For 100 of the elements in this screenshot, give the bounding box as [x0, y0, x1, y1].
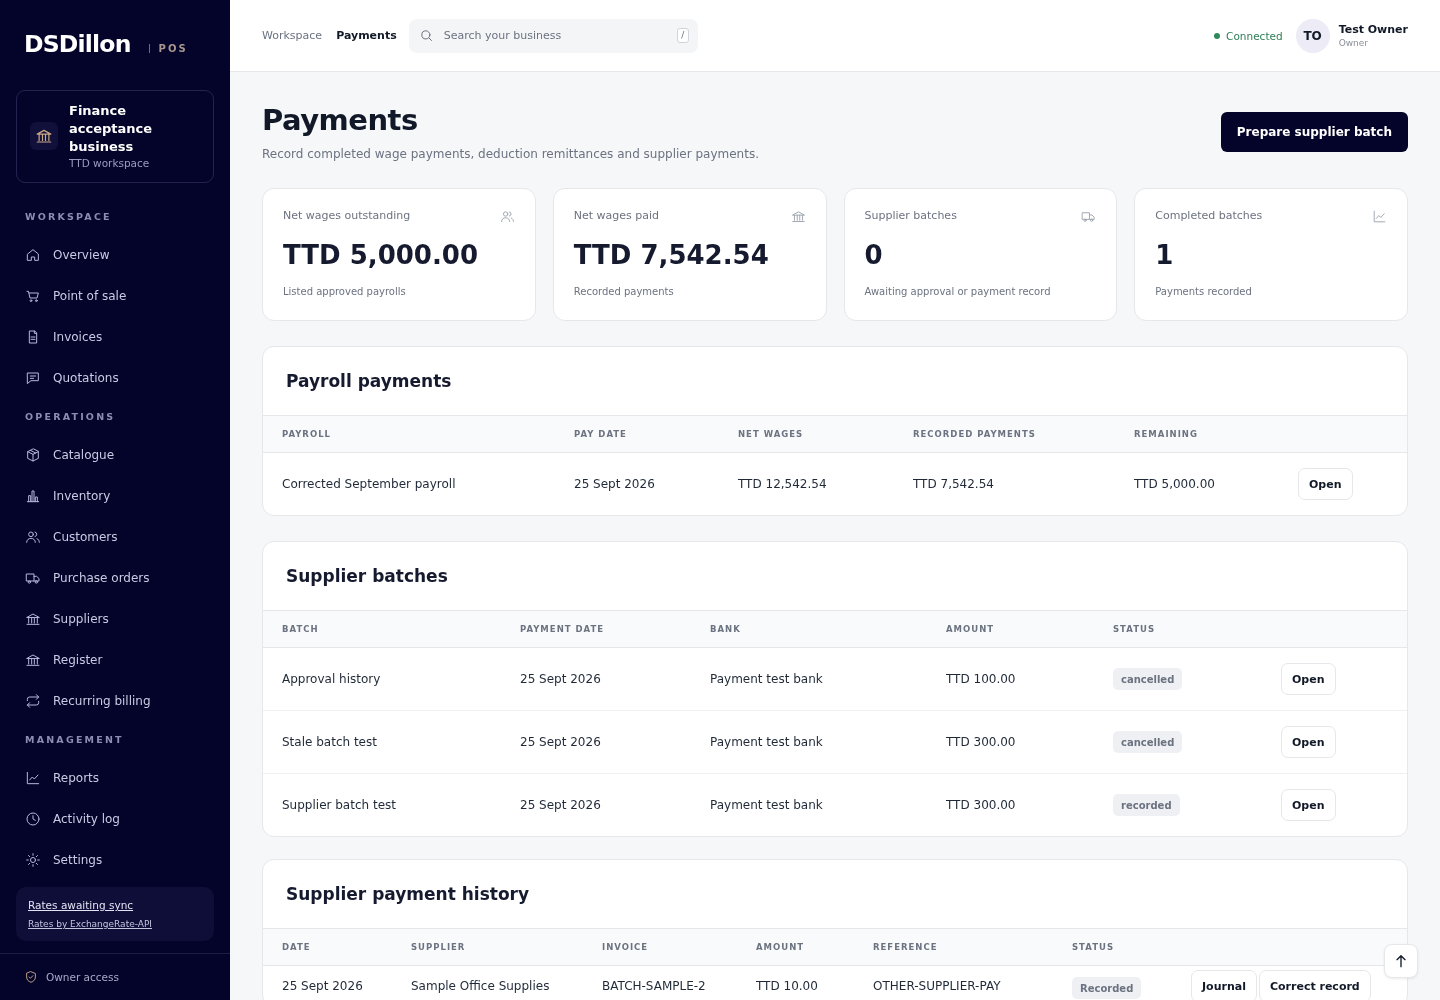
nav-item[interactable]: Recurring billing: [16, 680, 214, 721]
status-badge: Recorded: [1072, 977, 1142, 999]
user-name: Test Owner: [1338, 21, 1408, 37]
section-title: Supplier batches: [286, 565, 448, 588]
table-cell: Supplier batch test: [282, 798, 396, 812]
table-cell: Approval history: [282, 672, 381, 686]
stat-value: 0: [864, 239, 883, 272]
journal-button[interactable]: Journal: [1191, 970, 1257, 1000]
stat-note: Payments recorded: [1155, 285, 1252, 299]
section-title: Supplier payment history: [286, 883, 530, 906]
table-cell: TTD 5,000.00: [1134, 477, 1215, 491]
rates-source-link[interactable]: Rates by ExchangeRate-API: [28, 917, 152, 931]
column-header: INVOICE: [602, 942, 649, 952]
nav-item[interactable]: Suppliers: [16, 598, 214, 639]
table-cell: 25 Sept 2026: [574, 477, 655, 491]
table-cell: 25 Sept 2026: [520, 672, 601, 686]
status-badge: cancelled: [1113, 668, 1183, 690]
bank-icon: [790, 208, 806, 224]
column-header: RECORDED PAYMENTS: [913, 429, 1036, 439]
table-cell: Corrected September payroll: [282, 477, 456, 491]
nav-section-title: WORKSPACE: [24, 210, 113, 224]
stat-value: TTD 5,000.00: [283, 239, 478, 272]
column-header: PAYROLL: [282, 429, 331, 439]
nav-item[interactable]: Register: [16, 639, 214, 680]
arrow-up-icon: [1393, 952, 1409, 970]
column-header: NET WAGES: [738, 429, 804, 439]
workspace-name: Finance acceptance business: [69, 102, 154, 156]
table-cell: Stale batch test: [282, 735, 377, 749]
table-cell: TTD 12,542.54: [738, 477, 827, 491]
user-role: Owner: [1338, 36, 1368, 50]
users-icon: [25, 528, 41, 545]
table-cell: 25 Sept 2026: [520, 798, 601, 812]
open-button[interactable]: Open: [1281, 663, 1336, 695]
page-title: Payments: [262, 102, 418, 139]
bank-icon: [30, 122, 58, 150]
column-header: PAYMENT DATE: [520, 624, 605, 634]
table-cell: Payment test bank: [710, 672, 823, 686]
column-header: STATUS: [1072, 942, 1114, 952]
table-cell: Payment test bank: [710, 798, 823, 812]
open-button[interactable]: Open: [1298, 468, 1353, 500]
box-icon: [25, 446, 41, 463]
table-cell: TTD 10.00: [756, 979, 818, 993]
prepare-batch-button[interactable]: Prepare supplier batch: [1220, 112, 1408, 152]
line-chart-icon: [1372, 208, 1387, 224]
repeat-icon: [25, 692, 41, 709]
search-icon: [418, 28, 434, 43]
clock-icon: [25, 810, 41, 827]
page-subtitle: Record completed wage payments, deduction remittances and supplier payments.: [262, 146, 759, 163]
scroll-top-button[interactable]: [1384, 944, 1418, 978]
column-header: SUPPLIER: [411, 942, 466, 952]
nav-item[interactable]: Reports: [16, 757, 214, 798]
open-button[interactable]: Open: [1281, 789, 1336, 821]
column-header: REFERENCE: [873, 942, 938, 952]
nav-item[interactable]: Inventory: [16, 475, 214, 516]
nav-item[interactable]: Activity log: [16, 798, 214, 839]
stat-label: Completed batches: [1155, 208, 1263, 224]
column-header: PAY DATE: [574, 429, 627, 439]
table-cell: TTD 100.00: [946, 672, 1016, 686]
users-icon: [499, 208, 515, 224]
nav-item[interactable]: Catalogue: [16, 434, 214, 475]
workspace-currency: TTD workspace: [69, 156, 151, 170]
product-label: POS: [158, 43, 188, 54]
home-icon: [25, 246, 41, 263]
table-cell: Payment test bank: [710, 735, 823, 749]
table-cell: 25 Sept 2026: [520, 735, 601, 749]
correct-record-button[interactable]: Correct record: [1258, 970, 1371, 1000]
nav-item[interactable]: Settings: [16, 839, 214, 880]
column-header: AMOUNT: [946, 624, 995, 634]
stat-value: TTD 7,542.54: [573, 239, 769, 272]
breadcrumb-link[interactable]: Payments: [336, 29, 397, 42]
logo-text: DSDillon: [24, 29, 131, 60]
column-header: AMOUNT: [756, 942, 805, 952]
table-cell: 25 Sept 2026: [282, 979, 363, 993]
user-avatar[interactable]: TO: [1295, 18, 1330, 53]
column-header: BATCH: [282, 624, 319, 634]
sun-icon: [25, 851, 41, 868]
nav-item[interactable]: Quotations: [16, 357, 214, 398]
breadcrumb-link[interactable]: Workspace: [262, 29, 323, 42]
stat-label: Supplier batches: [864, 208, 957, 224]
stat-note: Listed approved payrolls: [283, 285, 406, 299]
table-cell: TTD 7,542.54: [913, 477, 994, 491]
open-button[interactable]: Open: [1281, 726, 1336, 758]
stat-label: Net wages outstanding: [283, 208, 411, 224]
table-cell: TTD 300.00: [946, 798, 1016, 812]
shield-check-icon: [24, 970, 38, 984]
table-cell: OTHER-SUPPLIER-PAY: [873, 979, 1001, 993]
table-cell: TTD 300.00: [946, 735, 1016, 749]
nav-item[interactable]: Point of sale: [16, 275, 214, 316]
table-cell: Sample Office Supplies: [411, 979, 550, 993]
nav-item[interactable]: Purchase orders: [16, 557, 214, 598]
column-header: BANK: [710, 624, 741, 634]
rates-status-link[interactable]: Rates awaiting sync: [28, 897, 134, 913]
line-chart-icon: [25, 769, 41, 786]
message-icon: [25, 369, 41, 386]
nav-item[interactable]: Invoices: [16, 316, 214, 357]
nav-item[interactable]: Customers: [16, 516, 214, 557]
stat-value: 1: [1155, 239, 1174, 272]
column-header: DATE: [282, 942, 311, 952]
nav-item[interactable]: Overview: [16, 234, 214, 275]
access-label: Owner access: [46, 971, 119, 983]
